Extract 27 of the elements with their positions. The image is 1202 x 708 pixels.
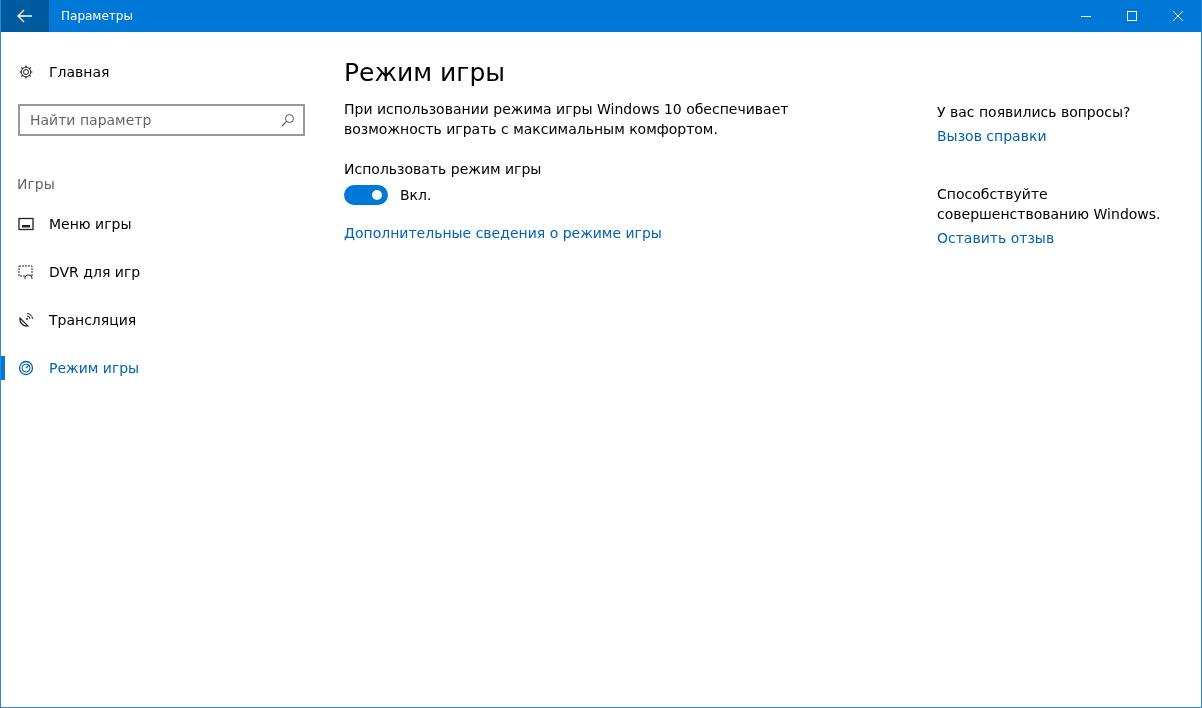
sidebar-item[interactable]: DVR для игр [1,248,321,296]
satellite-dish-icon [18,312,34,328]
back-arrow-icon [17,9,33,23]
gear-icon [18,64,34,80]
search-icon [281,113,295,127]
maximize-icon [1126,10,1138,22]
back-button[interactable] [1,0,49,32]
sidebar-item[interactable]: Трансляция [1,296,321,344]
gauge-icon [18,360,34,376]
aside-heading: У вас появились вопросы? [937,103,1132,122]
description-text: При использовании режима игры Windows 10 обеспечивает возможность играть с максимальным комфортом. [344,100,790,139]
toggle-switch[interactable] [344,185,388,205]
setting-label: Использовать режим игры [344,161,543,177]
home-nav-item[interactable]: Главная [1,56,321,88]
section-heading: Игры [17,176,56,194]
page-title: Режим игры [344,58,507,87]
sidebar-item[interactable]: Меню игры [1,200,321,248]
aside-link[interactable]: Вызов справки [937,128,1047,144]
more-info-link[interactable]: Дополнительные сведения о режиме игры [344,225,662,241]
close-icon [1172,10,1184,22]
search-field[interactable]: Найти параметр [18,104,305,136]
aside-link[interactable]: Оставить отзыв [937,230,1055,246]
toggle-state-text: Вкл. [400,187,432,203]
window-title: Параметры [61,9,134,23]
sidebar-item[interactable]: Режим игры [1,344,321,392]
window-icon [18,216,34,232]
aside-heading: Способствуйте совершенствованию Windows. [937,185,1162,224]
